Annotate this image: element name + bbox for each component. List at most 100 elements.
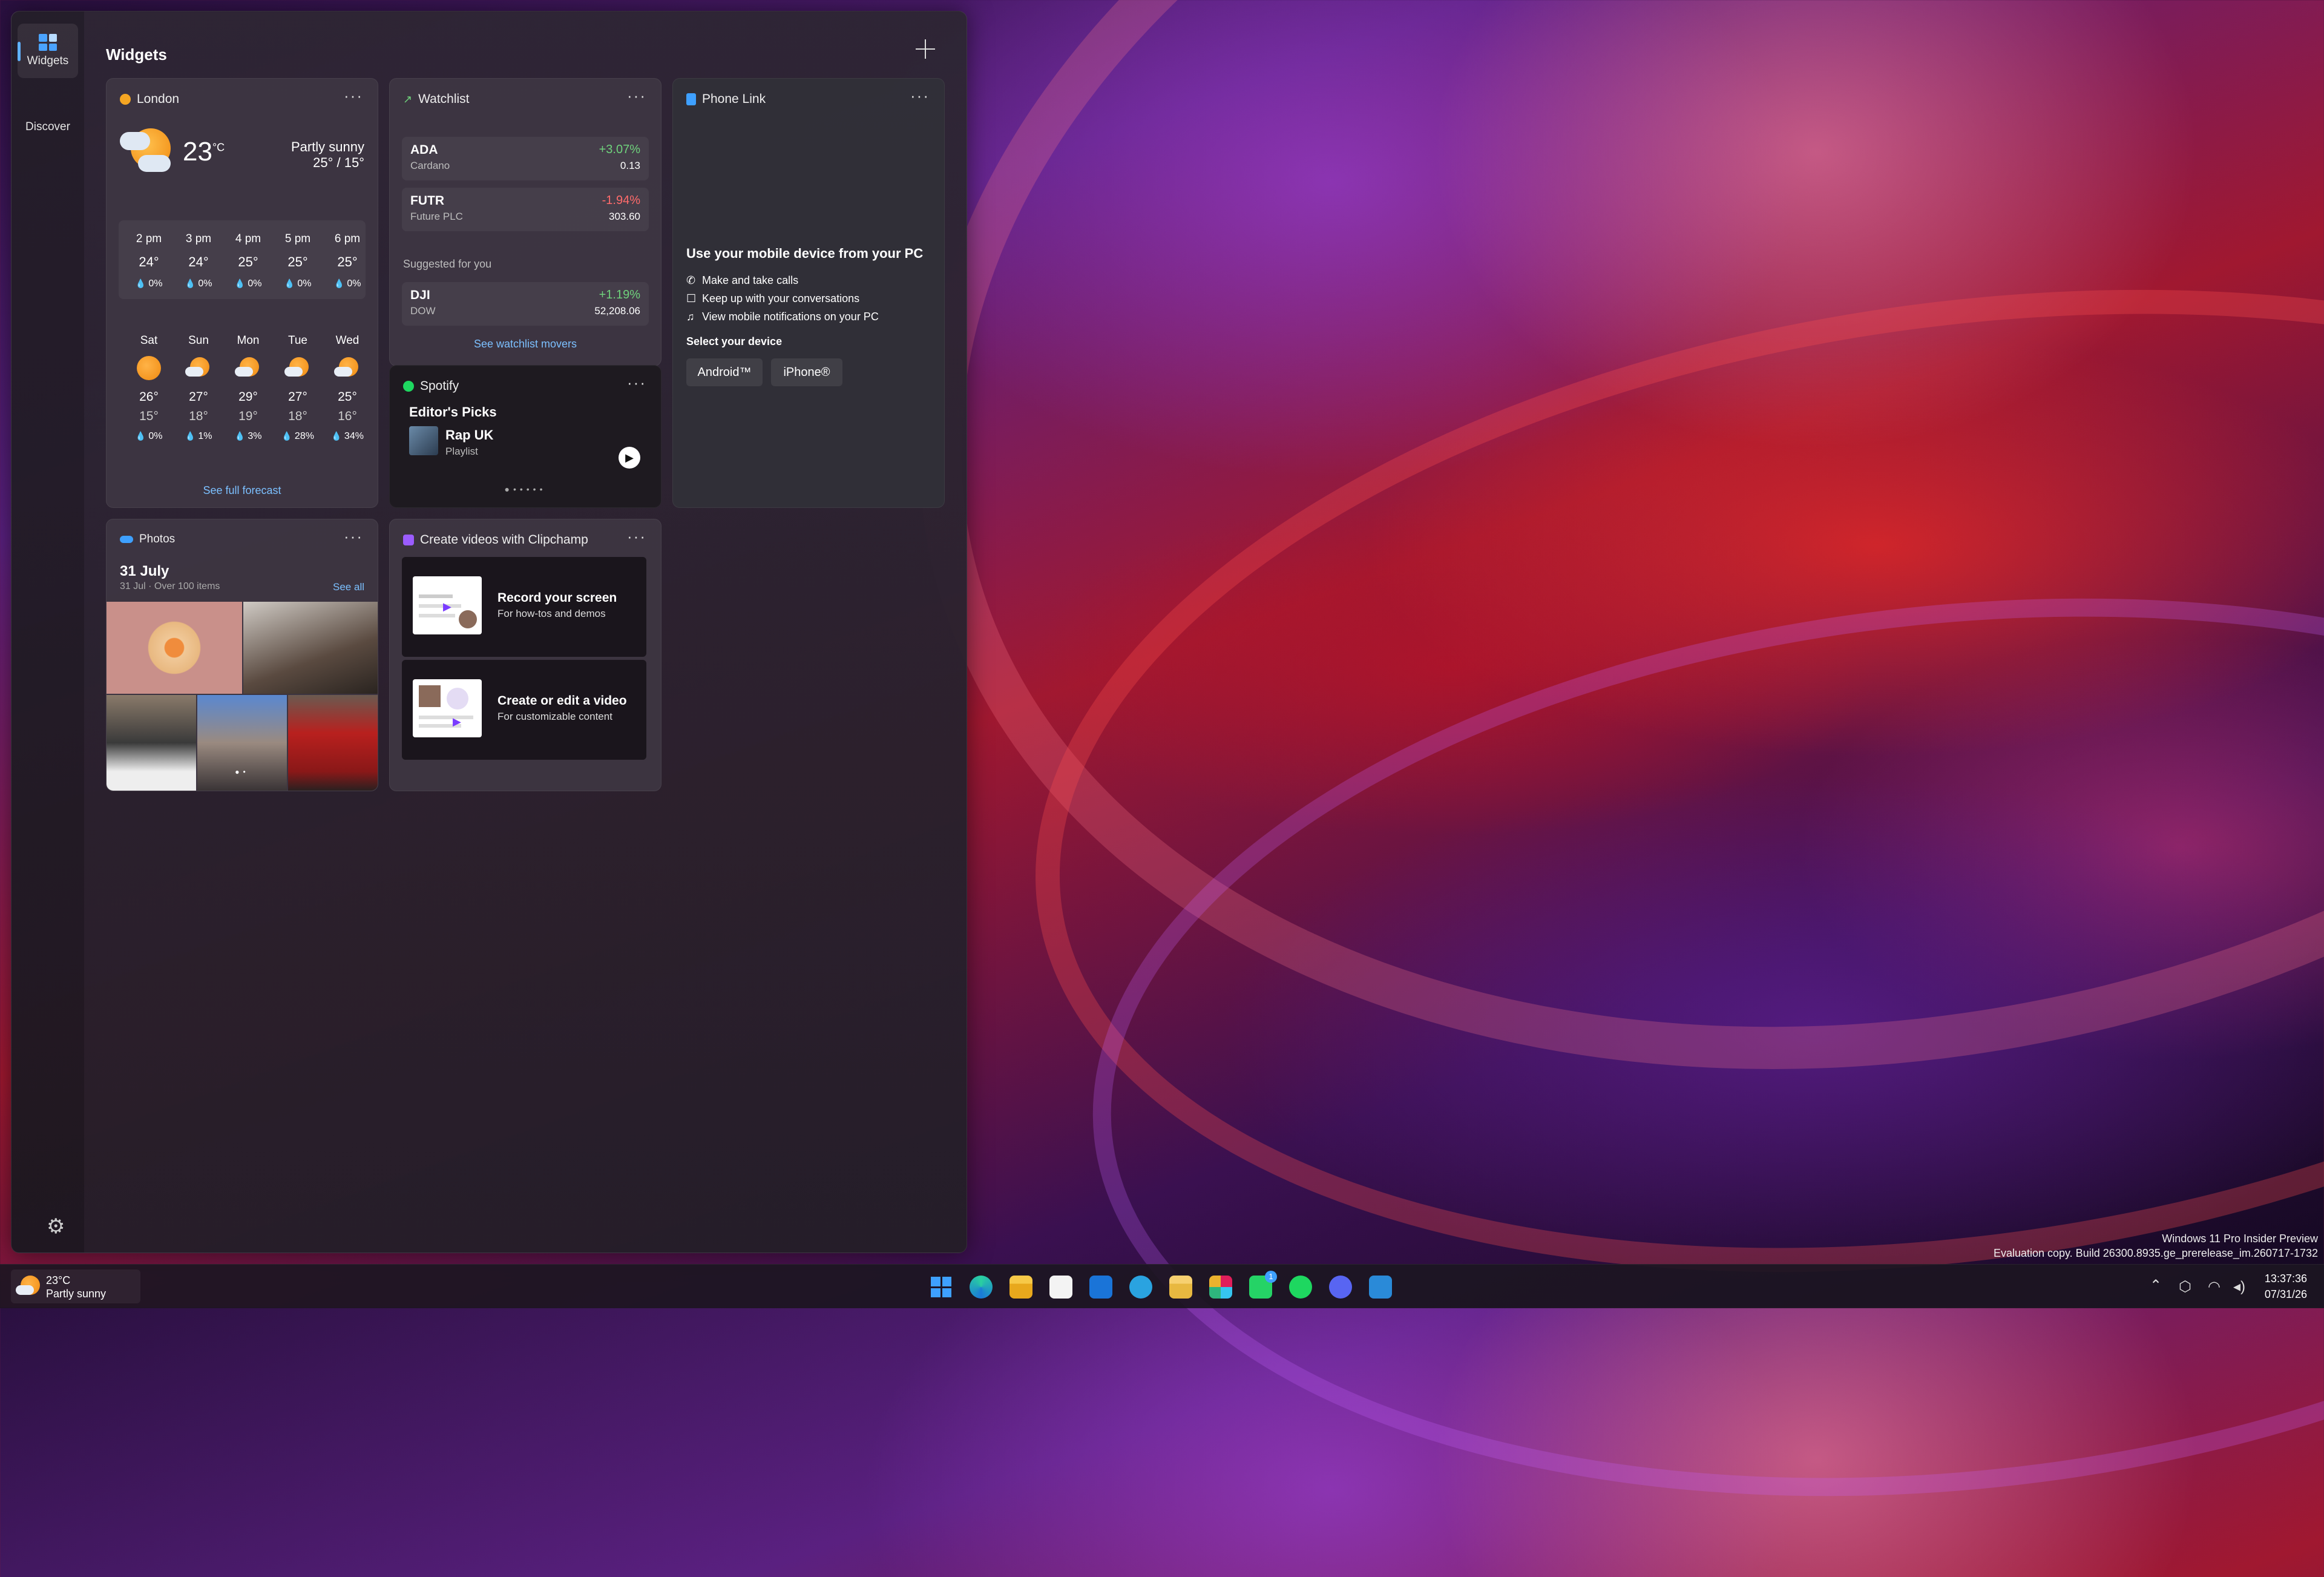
start-button[interactable] (930, 1276, 953, 1299)
hour-precip: 0% (148, 278, 163, 289)
watchlist-title: Watchlist (418, 92, 470, 106)
hour-temp: 24° (139, 254, 159, 269)
spotify-title: Spotify (420, 379, 459, 393)
photo-tile[interactable] (107, 695, 196, 791)
hourly-item: 2 pm 24° 💧 0% (125, 232, 173, 289)
hour-time: 2 pm (136, 232, 162, 245)
daily-item[interactable]: Sat 26° 15° 💧 0% (125, 334, 173, 442)
see-all-link[interactable]: See all (333, 581, 364, 593)
iphone-button[interactable]: iPhone® (771, 358, 842, 386)
list-item[interactable]: ADA Cardano +3.07% 0.13 (402, 137, 649, 180)
record-screen-item[interactable]: ▶ Record your screen For how-tos and dem… (402, 557, 646, 657)
hour-precip: 0% (297, 278, 312, 289)
more-options-button[interactable]: ··· (627, 375, 646, 390)
day-precip: 34% (344, 431, 364, 441)
day-low: 16° (338, 409, 357, 423)
photo-tile[interactable] (197, 695, 287, 791)
more-options-button[interactable]: ··· (344, 528, 363, 544)
day-label: Tue (287, 334, 308, 347)
more-options-button[interactable]: ··· (344, 88, 363, 104)
day-high: 27° (189, 390, 208, 404)
photo-tile[interactable] (107, 602, 242, 694)
sidebar-item-label: Discover (25, 120, 70, 133)
gear-icon[interactable]: ⚙ (47, 1216, 67, 1237)
daily-item[interactable]: Mon 29° 19° 💧 3% (224, 334, 272, 442)
wifi-icon[interactable]: ◠ (2208, 1278, 2221, 1296)
list-item[interactable]: DJI DOW +1.19% 52,208.06 (402, 282, 649, 326)
android-button[interactable]: Android™ (686, 358, 763, 386)
hour-time: 6 pm (334, 232, 361, 245)
phone-link-card[interactable]: Phone Link ··· Use your mobile device fr… (672, 78, 945, 508)
edge-icon[interactable] (970, 1276, 993, 1299)
daily-item[interactable]: Tue 27° 18° 💧 28% (274, 334, 322, 442)
raindrop-icon: 💧 (135, 278, 146, 288)
hour-precip: 0% (347, 278, 361, 289)
spotify-icon[interactable] (1289, 1276, 1312, 1299)
raindrop-icon: 💧 (185, 278, 195, 288)
plus-icon[interactable] (913, 37, 937, 61)
carousel-dots[interactable]: ●••••• (390, 484, 661, 494)
app-icon[interactable] (1369, 1276, 1392, 1299)
panel-title: Widgets (106, 45, 167, 64)
phone-icon: ✆ (686, 274, 696, 286)
day-precip: 3% (248, 431, 262, 441)
play-button[interactable]: ▶ (619, 447, 640, 469)
raindrop-icon: 💧 (185, 431, 195, 441)
create-video-item[interactable]: ▶ Create or edit a video For customizabl… (402, 660, 646, 760)
daily-item[interactable]: Sun 27° 18° 💧 1% (174, 334, 223, 442)
bell-icon: ♫ (686, 311, 695, 323)
stock-name: DOW (410, 305, 436, 317)
taskbar-weather[interactable]: 23°C Partly sunny (11, 1269, 140, 1303)
weather-card[interactable]: London ··· 23°C Partly sunny 25° / 15° S… (106, 78, 378, 508)
weather-condition: Partly sunny (290, 139, 364, 154)
slack-icon[interactable] (1209, 1276, 1232, 1299)
carousel-dots[interactable]: ●• (107, 768, 378, 776)
sidebar-item-widgets[interactable]: Widgets (18, 24, 78, 78)
more-options-button[interactable]: ··· (627, 528, 646, 544)
chart-up-icon: ↗ (403, 93, 413, 105)
spotify-card[interactable]: Spotify ··· Editor's Picks Rap UK Playli… (389, 365, 661, 508)
stock-symbol: DJI (410, 288, 430, 302)
hour-precip: 0% (198, 278, 212, 289)
show-hidden-icons[interactable]: ⌃ (2150, 1277, 2162, 1294)
onedrive-icon (120, 536, 133, 543)
photos-card[interactable]: Photos ··· 31 July 31 Jul · Over 100 ite… (106, 519, 378, 791)
partly-cloudy-icon (16, 1274, 42, 1299)
wallpaper-curve (783, 0, 2324, 1248)
folder-icon[interactable] (1169, 1276, 1192, 1299)
hour-time: 3 pm (185, 232, 212, 245)
day-label: Mon (237, 334, 260, 347)
telegram-icon[interactable] (1129, 1276, 1152, 1299)
watchlist-card[interactable]: ↗ Watchlist ··· ADA Cardano +3.07% 0.13 F… (389, 78, 661, 366)
clock-date: 07/31/26 (2264, 1288, 2307, 1300)
more-options-button[interactable]: ··· (627, 88, 646, 104)
outlook-icon[interactable] (1089, 1276, 1112, 1299)
weather-icon (120, 94, 131, 105)
taskbar-weather-text: Partly sunny (46, 1288, 107, 1300)
feature-text: Keep up with your conversations (702, 292, 860, 305)
volume-icon[interactable]: ◂) (2233, 1278, 2245, 1296)
clock[interactable]: 13:37:36 07/31/26 (2265, 1271, 2307, 1302)
notification-badge: 1 (1265, 1271, 1277, 1283)
photos-date: 31 July (120, 563, 169, 579)
more-options-button[interactable]: ··· (910, 88, 930, 104)
feature-text: View mobile notifications on your PC (702, 311, 879, 323)
daily-item[interactable]: Wed 25° 16° 💧 34% (323, 334, 372, 442)
list-item[interactable]: FUTR Future PLC -1.94% 303.60 (402, 188, 649, 231)
phone-link-heading: Use your mobile device from your PC (686, 246, 924, 261)
partly-cloudy-icon (185, 356, 212, 380)
whatsapp-icon[interactable]: 1 (1249, 1271, 1277, 1299)
discord-icon[interactable] (1329, 1276, 1352, 1299)
stock-name: Cardano (410, 160, 450, 171)
photo-tile[interactable] (243, 602, 378, 694)
day-label: Sun (188, 334, 209, 347)
store-icon[interactable] (1049, 1276, 1072, 1299)
watchlist-movers-link[interactable]: See watchlist movers (474, 338, 577, 350)
full-forecast-link[interactable]: See full forecast (203, 484, 281, 496)
network-icon[interactable]: ⬡ (2179, 1278, 2191, 1296)
photo-tile[interactable] (288, 695, 378, 791)
clipchamp-card[interactable]: Create videos with Clipchamp ··· ▶ Recor… (389, 519, 661, 791)
file-explorer-icon[interactable] (1009, 1276, 1032, 1299)
evaluation-watermark: Windows 11 Pro Insider Preview Evaluatio… (1994, 1231, 2318, 1260)
sidebar-item-discover[interactable]: Discover (18, 100, 78, 154)
